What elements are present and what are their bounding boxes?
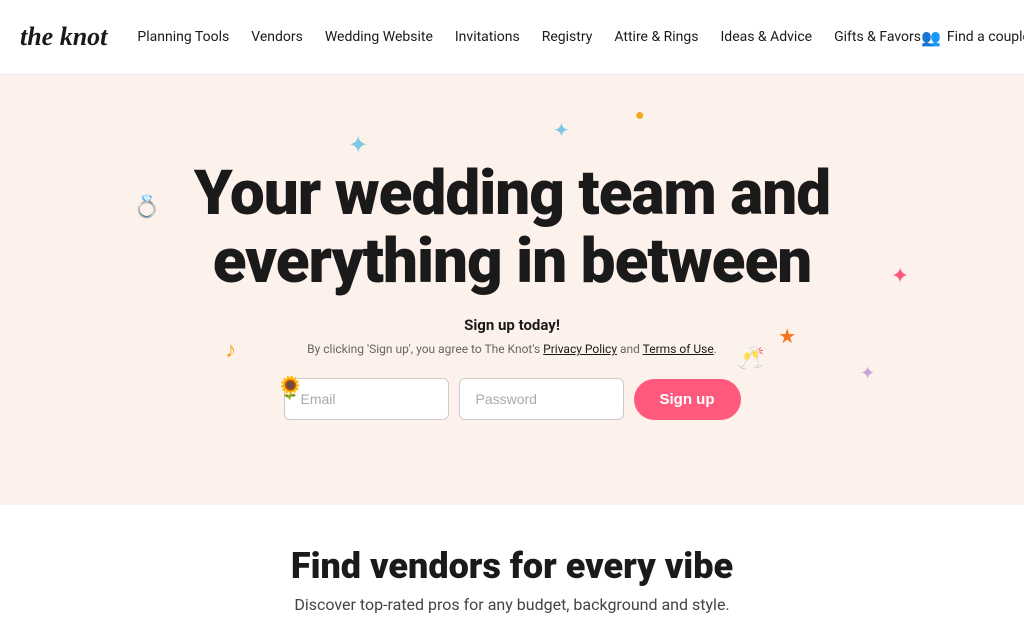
- deco-music: ♪: [225, 337, 236, 363]
- deco-star-orange: ★: [778, 324, 796, 348]
- find-couple-link[interactable]: 👥 Find a couple: [921, 28, 1024, 47]
- hero-cta-section: Sign up today! By clicking 'Sign up', yo…: [284, 316, 741, 420]
- hero-section: ✦ ✦ ● ✦ ★ ✦ 🌻 ♪ 💍 🥂 Your wedding team an…: [0, 75, 1024, 505]
- deco-star-4: ✦: [860, 363, 875, 384]
- header: the knot Planning Tools Vendors Wedding …: [0, 0, 1024, 75]
- hero-legal: By clicking 'Sign up', you agree to The …: [307, 342, 717, 356]
- find-couple-label: Find a couple: [947, 29, 1024, 45]
- nav-attire-rings[interactable]: Attire & Rings: [614, 29, 698, 45]
- nav-gifts-favors[interactable]: Gifts & Favors: [834, 29, 921, 45]
- find-vendors-section: Find vendors for every vibe Discover top…: [0, 505, 1024, 634]
- email-input[interactable]: [284, 378, 449, 420]
- deco-star-2: ✦: [553, 118, 570, 142]
- nav-vendors[interactable]: Vendors: [251, 29, 303, 45]
- privacy-policy-link[interactable]: Privacy Policy: [543, 342, 617, 356]
- deco-champagne: 🥂: [737, 346, 764, 371]
- nav-registry[interactable]: Registry: [542, 29, 593, 45]
- hero-signup-button[interactable]: Sign up: [634, 379, 741, 420]
- hero-title: Your wedding team and everything in betw…: [194, 160, 830, 296]
- hero-form: Sign up: [284, 378, 741, 420]
- nav-invitations[interactable]: Invitations: [455, 29, 520, 45]
- deco-star-1: ✦: [348, 131, 368, 159]
- deco-ring: 💍: [133, 195, 160, 220]
- header-right: 👥 Find a couple Log in Sign up: [921, 19, 1024, 55]
- main-nav: Planning Tools Vendors Wedding Website I…: [137, 29, 921, 45]
- logo[interactable]: the knot: [20, 22, 107, 52]
- deco-dot-yellow: ●: [635, 105, 645, 125]
- find-couple-icon: 👥: [921, 28, 941, 47]
- nav-wedding-website[interactable]: Wedding Website: [325, 29, 433, 45]
- terms-link[interactable]: Terms of Use: [643, 342, 714, 356]
- password-input[interactable]: [459, 378, 624, 420]
- deco-star-3: ✦: [891, 264, 909, 289]
- nav-ideas-advice[interactable]: Ideas & Advice: [720, 29, 812, 45]
- hero-cta-label: Sign up today!: [464, 316, 560, 334]
- find-vendors-subtitle: Discover top-rated pros for any budget, …: [20, 595, 1004, 614]
- nav-planning-tools[interactable]: Planning Tools: [137, 29, 229, 45]
- find-vendors-title: Find vendors for every vibe: [20, 545, 1004, 587]
